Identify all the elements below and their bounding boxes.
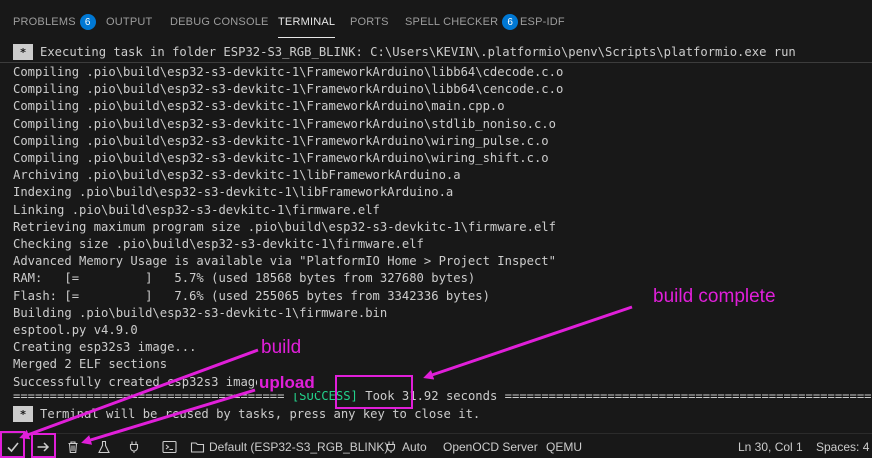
tab-problems-label: PROBLEMS (13, 16, 76, 28)
terminal-line: Compiling .pio\build\esp32-s3-devkitc-1\… (13, 133, 549, 148)
serial-monitor-button[interactable] (127, 438, 141, 455)
result-suffix: Took 31.92 seconds =====================… (357, 389, 872, 403)
plug-icon (127, 440, 141, 454)
terminal-output[interactable]: * Executing task in folder ESP32-S3_RGB_… (0, 43, 872, 433)
result-prefix: ===================================== (13, 389, 285, 403)
tab-esp-idf-label: ESP-IDF (520, 16, 565, 28)
clean-button[interactable] (66, 438, 80, 455)
task-header: * Executing task in folder ESP32-S3_RGB_… (0, 43, 872, 61)
success-highlight-box (335, 375, 413, 409)
upload-annotation: upload (257, 373, 317, 393)
build-annotation: build (261, 337, 302, 358)
header-divider (0, 62, 872, 63)
terminal-line: Compiling .pio\build\esp32-s3-devkitc-1\… (13, 82, 564, 97)
tab-terminal-label: TERMINAL (278, 16, 336, 28)
terminal-line: Compiling .pio\build\esp32-s3-devkitc-1\… (13, 65, 564, 79)
build-complete-annotation: build complete (653, 286, 776, 307)
build-highlight-box (0, 431, 25, 458)
reuse-star-icon: * (13, 406, 33, 422)
terminal-line: Creating esp32s3 image... (13, 340, 197, 355)
env-selector[interactable]: Default (ESP32-S3_RGB_BLINK) (190, 438, 388, 455)
tab-ports-label: PORTS (350, 16, 389, 28)
status-bar: Default (ESP32-S3_RGB_BLINK) Auto OpenOC… (0, 433, 872, 458)
qemu-label: QEMU (546, 439, 582, 454)
terminal-line: RAM: [= ] 5.7% (used 18568 bytes from 32… (13, 271, 476, 286)
env-label: Default (ESP32-S3_RGB_BLINK) (209, 439, 389, 454)
tab-spell-checker-label: SPELL CHECKER (405, 16, 499, 28)
terminal-line: Merged 2 ELF sections (13, 357, 168, 372)
result-line: ===================================== [S… (13, 388, 872, 405)
tab-terminal[interactable]: TERMINAL (278, 10, 336, 38)
auto-port-selector[interactable]: Auto (384, 438, 427, 455)
terminal-line: Building .pio\build\esp32-s3-devkitc-1\f… (13, 305, 388, 320)
openocd-server-button[interactable]: OpenOCD Server (443, 438, 538, 455)
terminal-line: Indexing .pio\build\esp32-s3-devkitc-1\l… (13, 185, 454, 200)
terminal-line: Compiling .pio\build\esp32-s3-devkitc-1\… (13, 151, 549, 165)
qemu-button[interactable]: QEMU (546, 438, 582, 455)
terminal-line: Compiling .pio\build\esp32-s3-devkitc-1\… (13, 99, 505, 114)
terminal-line: Checking size .pio\build\esp32-s3-devkit… (13, 237, 424, 251)
folder-icon (190, 440, 205, 454)
terminal-line: esptool.py v4.9.0 (13, 323, 138, 337)
task-exec-text: Executing task in folder ESP32-S3_RGB_BL… (40, 45, 796, 59)
tab-debug-console-label: DEBUG CONSOLE (170, 16, 269, 28)
cursor-position-label: Ln 30, Col 1 (738, 439, 803, 454)
tab-spell-checker[interactable]: SPELL CHECKER 6 (405, 10, 519, 34)
terminal-line: Flash: [= ] 7.6% (used 255065 bytes from… (13, 288, 490, 303)
terminal-line: Compiling .pio\build\esp32-s3-devkitc-1\… (13, 116, 556, 131)
cursor-position[interactable]: Ln 30, Col 1 (738, 438, 803, 455)
tab-output[interactable]: OUTPUT (106, 10, 152, 34)
tab-output-label: OUTPUT (106, 16, 153, 28)
trash-icon (66, 440, 80, 454)
tab-problems[interactable]: PROBLEMS 6 (13, 10, 96, 34)
panel-tab-bar: PROBLEMS 6 OUTPUT DEBUG CONSOLE TERMINAL… (0, 0, 872, 43)
indentation-label: Spaces: 4 (816, 439, 870, 454)
terminal-line: Archiving .pio\build\esp32-s3-devkitc-1\… (13, 168, 461, 183)
openocd-label: OpenOCD Server (443, 439, 538, 454)
auto-label: Auto (402, 439, 427, 454)
reuse-row: * Terminal will be reused by tasks, pres… (0, 405, 872, 423)
terminal-line: Advanced Memory Usage is available via "… (13, 254, 556, 269)
terminal-line: Retrieving maximum program size .pio\bui… (13, 219, 556, 234)
terminal-icon (162, 440, 177, 454)
flask-icon (97, 440, 111, 454)
task-star-icon: * (13, 44, 33, 60)
tab-debug-console[interactable]: DEBUG CONSOLE (170, 10, 269, 34)
indentation-selector[interactable]: Spaces: 4 (816, 438, 869, 455)
tab-esp-idf[interactable]: ESP-IDF (520, 10, 565, 34)
test-button[interactable] (97, 438, 111, 455)
terminal-button[interactable] (162, 438, 177, 455)
problems-count-badge: 6 (79, 14, 96, 30)
tab-ports[interactable]: PORTS (350, 10, 389, 34)
terminal-line: Linking .pio\build\esp32-s3-devkitc-1\fi… (13, 202, 380, 217)
plug-icon (384, 440, 398, 454)
reuse-text: Terminal will be reused by tasks, press … (40, 407, 481, 421)
spell-checker-count-badge: 6 (502, 14, 519, 30)
upload-highlight-box (31, 433, 56, 458)
